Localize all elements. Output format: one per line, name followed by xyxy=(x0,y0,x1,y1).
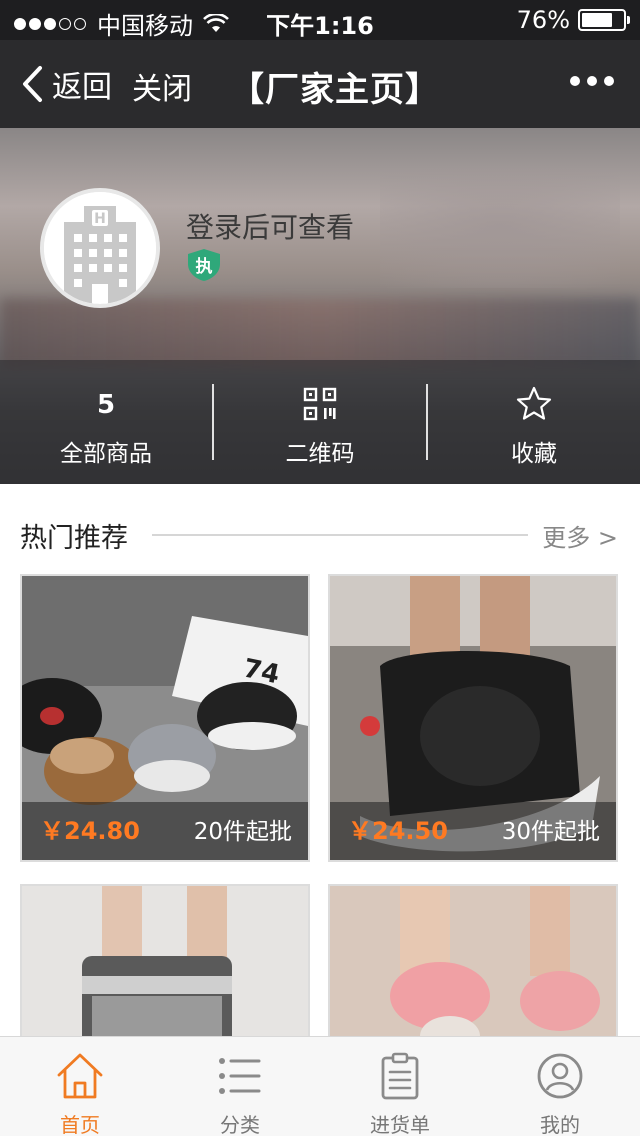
favorite-stat[interactable]: 收藏 xyxy=(428,360,640,484)
qrcode-label: 二维码 xyxy=(285,441,355,467)
store-stats: 5 全部商品 二维码 收藏 xyxy=(0,360,640,484)
license-badge-icon: 执 xyxy=(188,249,220,281)
clipboard-icon xyxy=(381,1052,419,1100)
battery-percent: 76% xyxy=(516,6,570,34)
tab-mine[interactable]: 我的 xyxy=(480,1037,640,1136)
back-label: 返回 xyxy=(52,70,112,105)
badge-text: 执 xyxy=(196,256,213,277)
product-moq: 20件起批 xyxy=(193,819,292,845)
section-title: 热门推荐 xyxy=(20,523,128,554)
svg-text:H: H xyxy=(94,211,106,227)
favorite-label: 收藏 xyxy=(511,441,557,467)
list-icon xyxy=(219,1058,261,1094)
all-products-stat[interactable]: 5 全部商品 xyxy=(0,360,212,484)
store-name[interactable]: 登录后可查看 xyxy=(186,206,354,246)
section-divider xyxy=(152,534,528,536)
chevron-left-icon xyxy=(23,66,42,102)
qrcode-stat[interactable]: 二维码 xyxy=(214,360,426,484)
products-label: 全部商品 xyxy=(60,441,152,467)
user-icon xyxy=(537,1053,583,1099)
star-icon xyxy=(516,386,552,420)
status-bar: 中国移动 下午1:16 76% xyxy=(0,0,640,40)
tab-label: 我的 xyxy=(540,1113,580,1136)
nav-bar: 返回 关闭 【厂家主页】 xyxy=(0,40,640,128)
tab-category[interactable]: 分类 xyxy=(160,1037,320,1136)
qrcode-icon xyxy=(303,387,337,421)
bottom-tab-bar: 首页 分类 进货单 我的 xyxy=(0,1036,640,1136)
store-avatar[interactable]: H xyxy=(40,188,160,308)
tab-label: 分类 xyxy=(220,1113,260,1136)
tab-purchase-list[interactable]: 进货单 xyxy=(320,1037,480,1136)
page-title: 【厂家主页】 xyxy=(230,70,440,110)
back-button[interactable]: 返回 xyxy=(18,62,112,106)
product-card[interactable]: 74 ￥24.80 20件起批 xyxy=(20,574,310,862)
products-count: 5 xyxy=(96,390,116,420)
building-icon: H xyxy=(44,192,156,304)
close-button[interactable]: 关闭 xyxy=(132,64,192,108)
tab-label: 进货单 xyxy=(370,1113,430,1136)
product-price: ￥24.50 xyxy=(348,817,448,845)
home-icon xyxy=(57,1053,103,1099)
more-link[interactable]: 更多 > xyxy=(542,518,618,553)
status-right: 76% xyxy=(516,6,630,34)
product-card[interactable]: ￥24.50 30件起批 xyxy=(328,574,618,862)
tab-label: 首页 xyxy=(60,1113,100,1136)
tab-home[interactable]: 首页 xyxy=(0,1037,160,1136)
product-moq: 30件起批 xyxy=(501,819,600,845)
store-banner: H 登录后可查看 执 5 全部商品 二维码 收藏 xyxy=(0,128,640,484)
hot-recommend-header: 热门推荐 更多 > xyxy=(0,484,640,576)
more-menu-icon[interactable] xyxy=(563,76,614,86)
battery-icon xyxy=(578,9,630,31)
product-price: ￥24.80 xyxy=(40,817,140,845)
